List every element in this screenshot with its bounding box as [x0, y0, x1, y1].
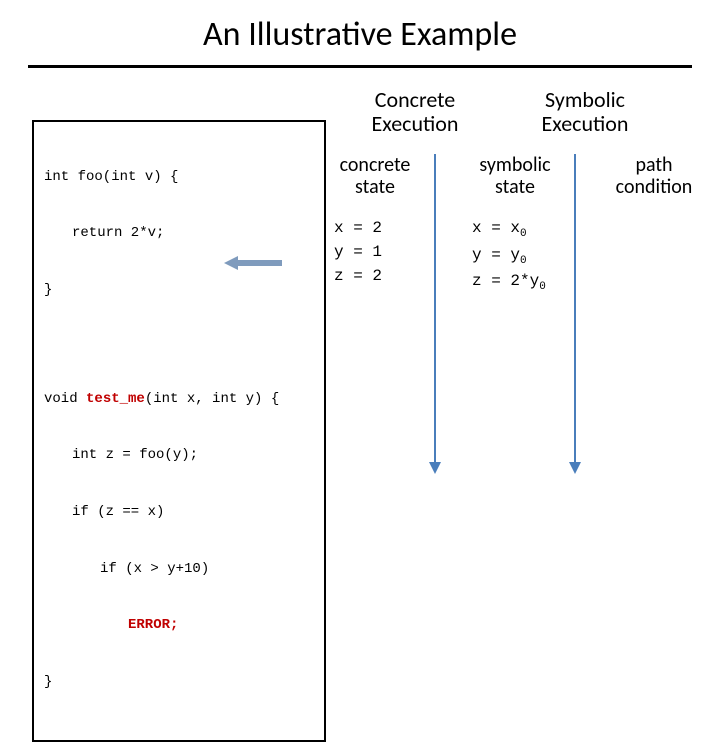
code-text: (int x, int y) { [145, 391, 279, 407]
value-row: y = y0 [472, 243, 546, 270]
heading-symbolic-execution: Symbolic Execution [520, 88, 650, 136]
divider-line [574, 154, 576, 464]
title-rule [28, 65, 692, 68]
value-text: x = x [472, 219, 520, 237]
code-line: if (x > y+10) [44, 560, 314, 579]
code-text: void [44, 391, 86, 407]
slide-title: An Illustrative Example [0, 0, 720, 61]
code-line: if (z == x) [44, 503, 314, 522]
subscript: 0 [520, 228, 527, 240]
code-line: int foo(int v) { [44, 168, 314, 187]
symbolic-values: x = x0 y = y0 z = 2*y0 [472, 216, 546, 296]
subhead-concrete-state: concrete state [320, 154, 430, 198]
code-line: return 2*v; [44, 224, 314, 243]
code-line-error: ERROR; [44, 616, 314, 635]
subhead-path-condition: path condition [600, 154, 708, 198]
concrete-values: x = 2 y = 1 z = 2 [334, 216, 382, 288]
code-line: } [44, 673, 314, 692]
code-line: void test_me(int x, int y) { [44, 390, 314, 409]
arrow-left-icon [224, 256, 284, 270]
heading-concrete-execution: Concrete Execution [350, 88, 480, 136]
arrow-down-icon [569, 462, 581, 474]
divider-line [434, 154, 436, 464]
subscript: 0 [520, 255, 527, 267]
value-row: x = 2 [334, 216, 382, 240]
value-row: z = 2*y0 [472, 269, 546, 296]
code-highlight: test_me [86, 391, 145, 407]
arrow-down-icon [429, 462, 441, 474]
blank-line [44, 338, 314, 352]
code-block: int foo(int v) { return 2*v; } void test… [32, 120, 326, 742]
subhead-symbolic-state: symbolic state [460, 154, 570, 198]
value-text: z = 2*y [472, 272, 539, 290]
value-text: y = y [472, 246, 520, 264]
subscript: 0 [539, 282, 546, 294]
value-row: z = 2 [334, 264, 382, 288]
code-line: } [44, 281, 314, 300]
value-row: y = 1 [334, 240, 382, 264]
value-row: x = x0 [472, 216, 546, 243]
code-line: int z = foo(y); [44, 446, 314, 465]
slide: An Illustrative Example int foo(int v) {… [0, 0, 720, 540]
